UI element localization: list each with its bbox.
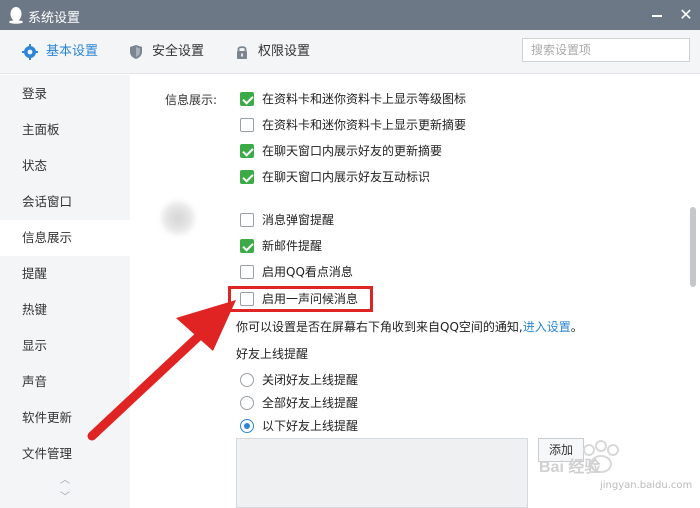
watermark-url: jingyan.baidu.com — [600, 480, 693, 491]
watermark-brand: Bai 经验 — [539, 457, 601, 476]
